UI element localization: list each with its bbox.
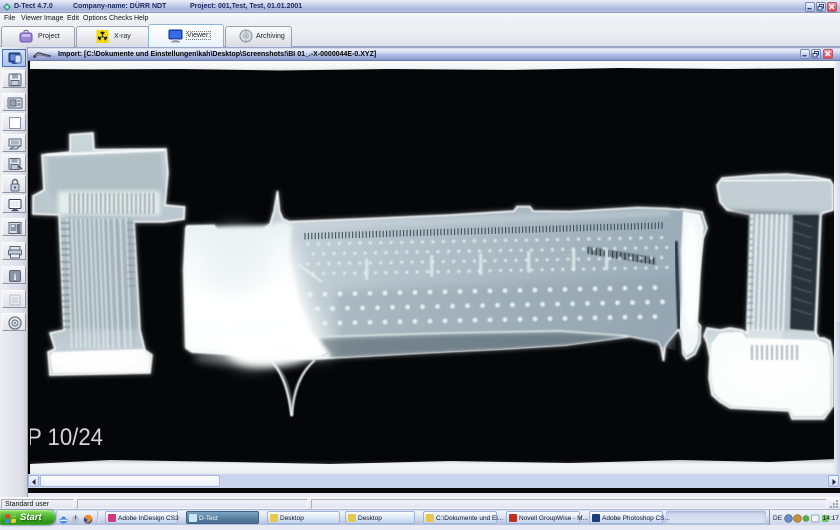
svg-text:P 10/24: P 10/24 [30,424,103,451]
